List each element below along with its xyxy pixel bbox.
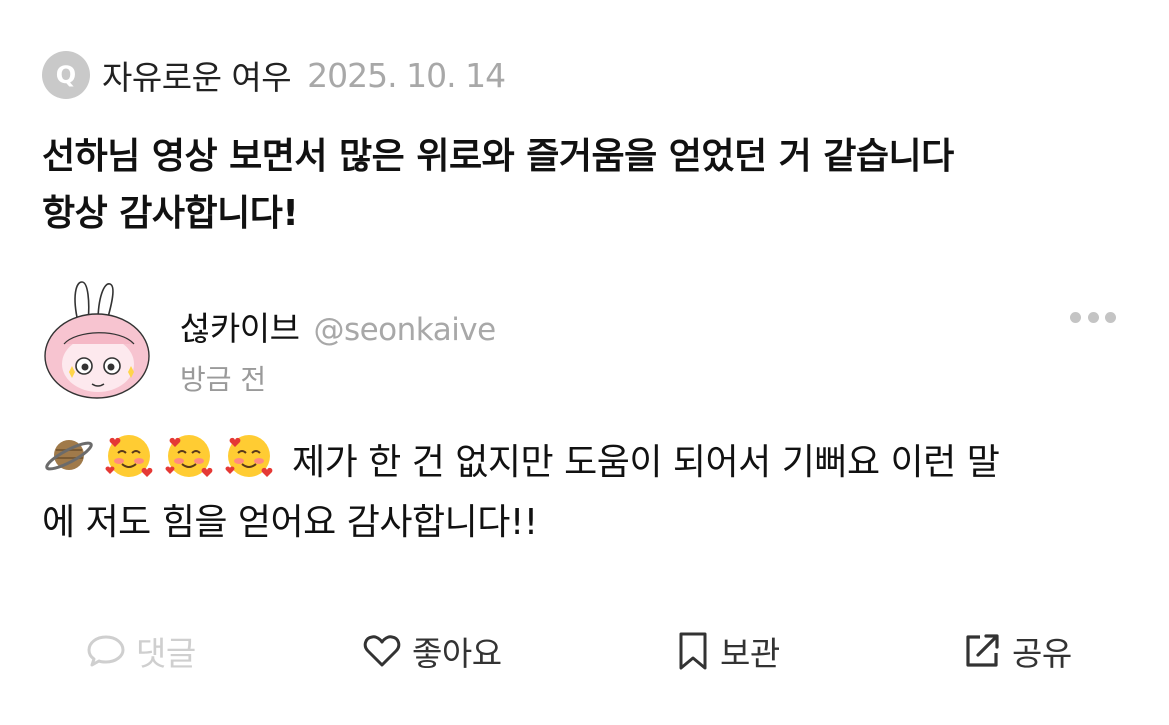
comment-button[interactable]: 댓글 [86,620,196,682]
question-author: 자유로운 여우 [102,58,292,97]
more-options-icon[interactable] [1070,305,1116,329]
smiling-face-with-hearts-icon [105,435,153,477]
question-text: 선하님 영상 보면서 많은 위로와 즐거움을 얻었던 거 같습니다 항상 감사합… [42,128,1142,242]
answer-line: 에 저도 힘을 얻어요 감사합니다!! [42,502,538,543]
question-line: 선하님 영상 보면서 많은 위로와 즐거움을 얻었던 거 같습니다 [42,136,954,177]
question-date: 2025. 10. 14 [307,55,506,95]
answer-meta: 섢카이브 @seonkaive 방금 전 [180,302,496,398]
share-label: 공유 [1012,634,1072,673]
action-bar: 댓글 좋아요 보관 공유 [0,620,1169,682]
save-label: 보관 [720,634,780,673]
dot [1087,311,1099,323]
heart-icon [363,635,401,667]
share-button[interactable]: 공유 [962,620,1072,682]
comment-icon [87,635,125,667]
answer-text: 제가 한 건 없지만 도움이 되어서 기뻐요 이런 말 에 저도 힘을 얻어요 … [42,428,1132,553]
dot [1105,311,1116,323]
question-header: Q 자유로운 여우 2025. 10. 14 [42,50,506,100]
answer-author-handle[interactable]: @seonkaive [313,312,496,348]
comment-label: 댓글 [136,634,196,673]
question-line: 항상 감사합니다! [42,193,299,234]
bookmark-icon [679,632,707,670]
answer-time: 방금 전 [180,363,267,396]
avatar[interactable] [42,274,152,404]
answer-line: 제가 한 건 없지만 도움이 되어서 기뻐요 이런 말 [42,428,1132,493]
dot [1070,311,1081,323]
share-icon [966,634,999,667]
answer-line-text: 제가 한 건 없지만 도움이 되어서 기뻐요 이런 말 [292,442,1000,483]
smiling-face-with-hearts-icon [225,435,273,477]
question-badge: Q [42,51,90,99]
smiling-face-with-hearts-icon [165,435,213,477]
like-button[interactable]: 좋아요 [362,620,502,682]
answer-author-name[interactable]: 섢카이브 [180,302,300,350]
emoji-group [42,428,282,482]
like-label: 좋아요 [412,634,502,673]
ringed-planet-icon [45,440,93,471]
save-button[interactable]: 보관 [676,620,780,682]
